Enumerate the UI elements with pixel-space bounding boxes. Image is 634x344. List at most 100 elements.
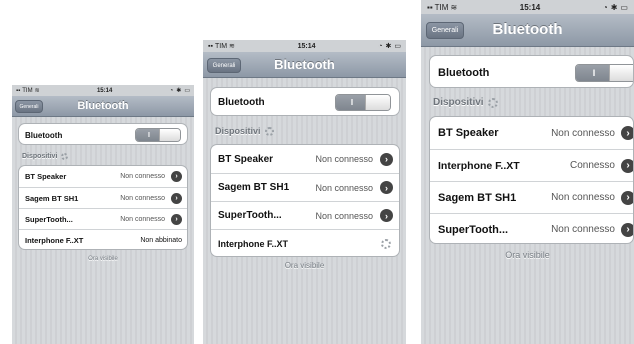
battery-icon: ▭ [394,43,401,50]
visibility-footer: Ora visibile [505,250,550,260]
device-status: Non connesso [120,194,165,202]
devices-section-header: Dispositivi [215,126,274,136]
device-name: Interphone F..XT [25,235,84,245]
toggle-on-label: I [336,95,368,110]
detail-disclosure-icon[interactable]: › [380,209,393,222]
connecting-spinner-icon [381,238,391,249]
status-bar: ▪▪ TIM ≋ 15:14 ◔ ✱ ▭ [421,0,634,14]
device-name: BT Speaker [218,153,274,165]
toggle-knob [609,65,633,81]
devices-group: BT Speaker Non connesso › Sagem BT SH1 N… [210,144,400,257]
bluetooth-label: Bluetooth [25,130,63,140]
detail-disclosure-icon[interactable]: › [621,158,633,173]
visibility-footer: Ora visibile [88,256,118,262]
device-row[interactable]: Interphone F..XT [211,229,399,256]
scanning-spinner-icon [61,153,69,160]
detail-disclosure-icon[interactable]: › [621,126,633,140]
lock-icon: ◔ [169,87,174,94]
device-row[interactable]: BT Speaker Non connesso › [430,117,633,149]
device-name: Sagem BT SH1 [438,191,517,204]
signal-icon: ▪▪ [427,2,433,12]
toggle-on-label: I [576,65,612,81]
bluetooth-icon: ✱ [385,43,392,50]
device-row[interactable]: SuperTooth... Non connesso › [211,201,399,229]
bluetooth-row: Bluetooth I [430,56,633,87]
device-row[interactable]: BT Speaker Non connesso › [19,166,187,187]
device-status: Non connesso [315,182,373,193]
device-row[interactable]: Interphone F..XT Connesso › [430,149,633,181]
device-row[interactable]: BT Speaker Non connesso › [211,145,399,173]
device-name: Sagem BT SH1 [25,193,79,203]
device-name: SuperTooth... [438,223,509,236]
status-time: 15:14 [297,42,316,50]
device-status: Non connesso [551,224,615,235]
device-name: Interphone F..XT [218,238,289,249]
devices-section-header: Dispositivi [433,97,498,108]
visibility-footer: Ora visibile [284,261,325,270]
bluetooth-label: Bluetooth [438,66,490,79]
bluetooth-toggle[interactable]: I [575,64,633,82]
device-row[interactable]: Sagem BT SH1 Non connesso › [19,187,187,208]
toggle-knob [365,95,390,110]
toggle-knob [159,129,180,141]
page-title: Bluetooth [77,100,129,112]
signal-icon: ▪▪ [208,42,213,50]
phone-screen-1: ▪▪ TIM ≋ 15:14 ◔ ✱ ▭ Generali Bluetooth Blue… [12,85,194,344]
scanning-spinner-icon [264,126,274,136]
bluetooth-icon: ✱ [610,2,618,12]
devices-section-header: Dispositivi [22,153,69,160]
detail-disclosure-icon[interactable]: › [171,213,182,225]
detail-disclosure-icon[interactable]: › [171,171,182,182]
device-row[interactable]: Interphone F..XT Non abbinato [19,229,187,249]
detail-disclosure-icon[interactable]: › [380,181,393,194]
device-row[interactable]: SuperTooth... Non connesso › [430,213,633,243]
signal-icon: ▪▪ [16,87,21,94]
device-row[interactable]: Sagem BT SH1 Non connesso › [430,181,633,213]
status-time: 15:14 [96,87,113,94]
bluetooth-toggle[interactable]: I [135,128,181,142]
scanning-spinner-icon [487,97,498,108]
carrier: ▪▪ TIM ≋ [16,87,40,95]
device-name: Interphone F..XT [438,159,520,172]
lock-icon: ◔ [602,2,608,12]
phone-screen-2: ▪▪ TIM ≋ 15:14 ◔ ✱ ▭ Generali Bluetooth Blue… [203,40,406,344]
page-title: Bluetooth [492,21,563,38]
devices-group: BT Speaker Non connesso › Sagem BT SH1 N… [18,165,188,250]
device-row[interactable]: SuperTooth... Non connesso › [19,208,187,229]
device-name: Sagem BT SH1 [218,182,290,193]
status-bar: ▪▪ TIM ≋ 15:14 ◔ ✱ ▭ [12,85,194,96]
device-status: Non connesso [315,210,373,221]
carrier: ▪▪ TIM ≋ [427,2,458,12]
device-row[interactable]: Sagem BT SH1 Non connesso › [211,173,399,201]
wifi-icon: ≋ [34,88,40,94]
wifi-icon: ≋ [450,2,458,12]
detail-disclosure-icon[interactable]: › [621,190,633,205]
detail-disclosure-icon[interactable]: › [621,222,633,237]
device-name: BT Speaker [25,172,67,181]
bluetooth-icon: ✱ [176,88,182,94]
navigation-bar: Generali Bluetooth [203,52,406,78]
bluetooth-row: Bluetooth I [211,88,399,115]
phone-screen-3: ▪▪ TIM ≋ 15:14 ◔ ✱ ▭ Generali Bluetooth Blue… [421,0,634,344]
detail-disclosure-icon[interactable]: › [171,192,182,204]
device-name: SuperTooth... [218,210,282,221]
battery-icon: ▭ [620,2,628,12]
wifi-icon: ≋ [229,43,235,50]
detail-disclosure-icon[interactable]: › [380,152,393,166]
bluetooth-group: Bluetooth I [210,87,400,116]
lock-icon: ◔ [378,42,383,50]
device-name: BT Speaker [438,127,499,139]
battery-icon: ▭ [184,88,190,94]
device-status: Connesso [569,160,615,171]
navigation-bar: Generali Bluetooth [421,14,634,47]
status-bar: ▪▪ TIM ≋ 15:14 ◔ ✱ ▭ [203,40,406,52]
carrier: ▪▪ TIM ≋ [208,42,235,51]
navigation-bar: Generali Bluetooth [12,96,194,117]
device-status: Non connesso [551,127,615,139]
bluetooth-toggle[interactable]: I [335,94,391,111]
bluetooth-group: Bluetooth I [429,55,634,88]
device-status: Non abbinato [140,236,182,244]
device-status: Non connesso [120,173,165,180]
status-time: 15:14 [519,2,541,12]
device-status: Non connesso [315,154,373,164]
